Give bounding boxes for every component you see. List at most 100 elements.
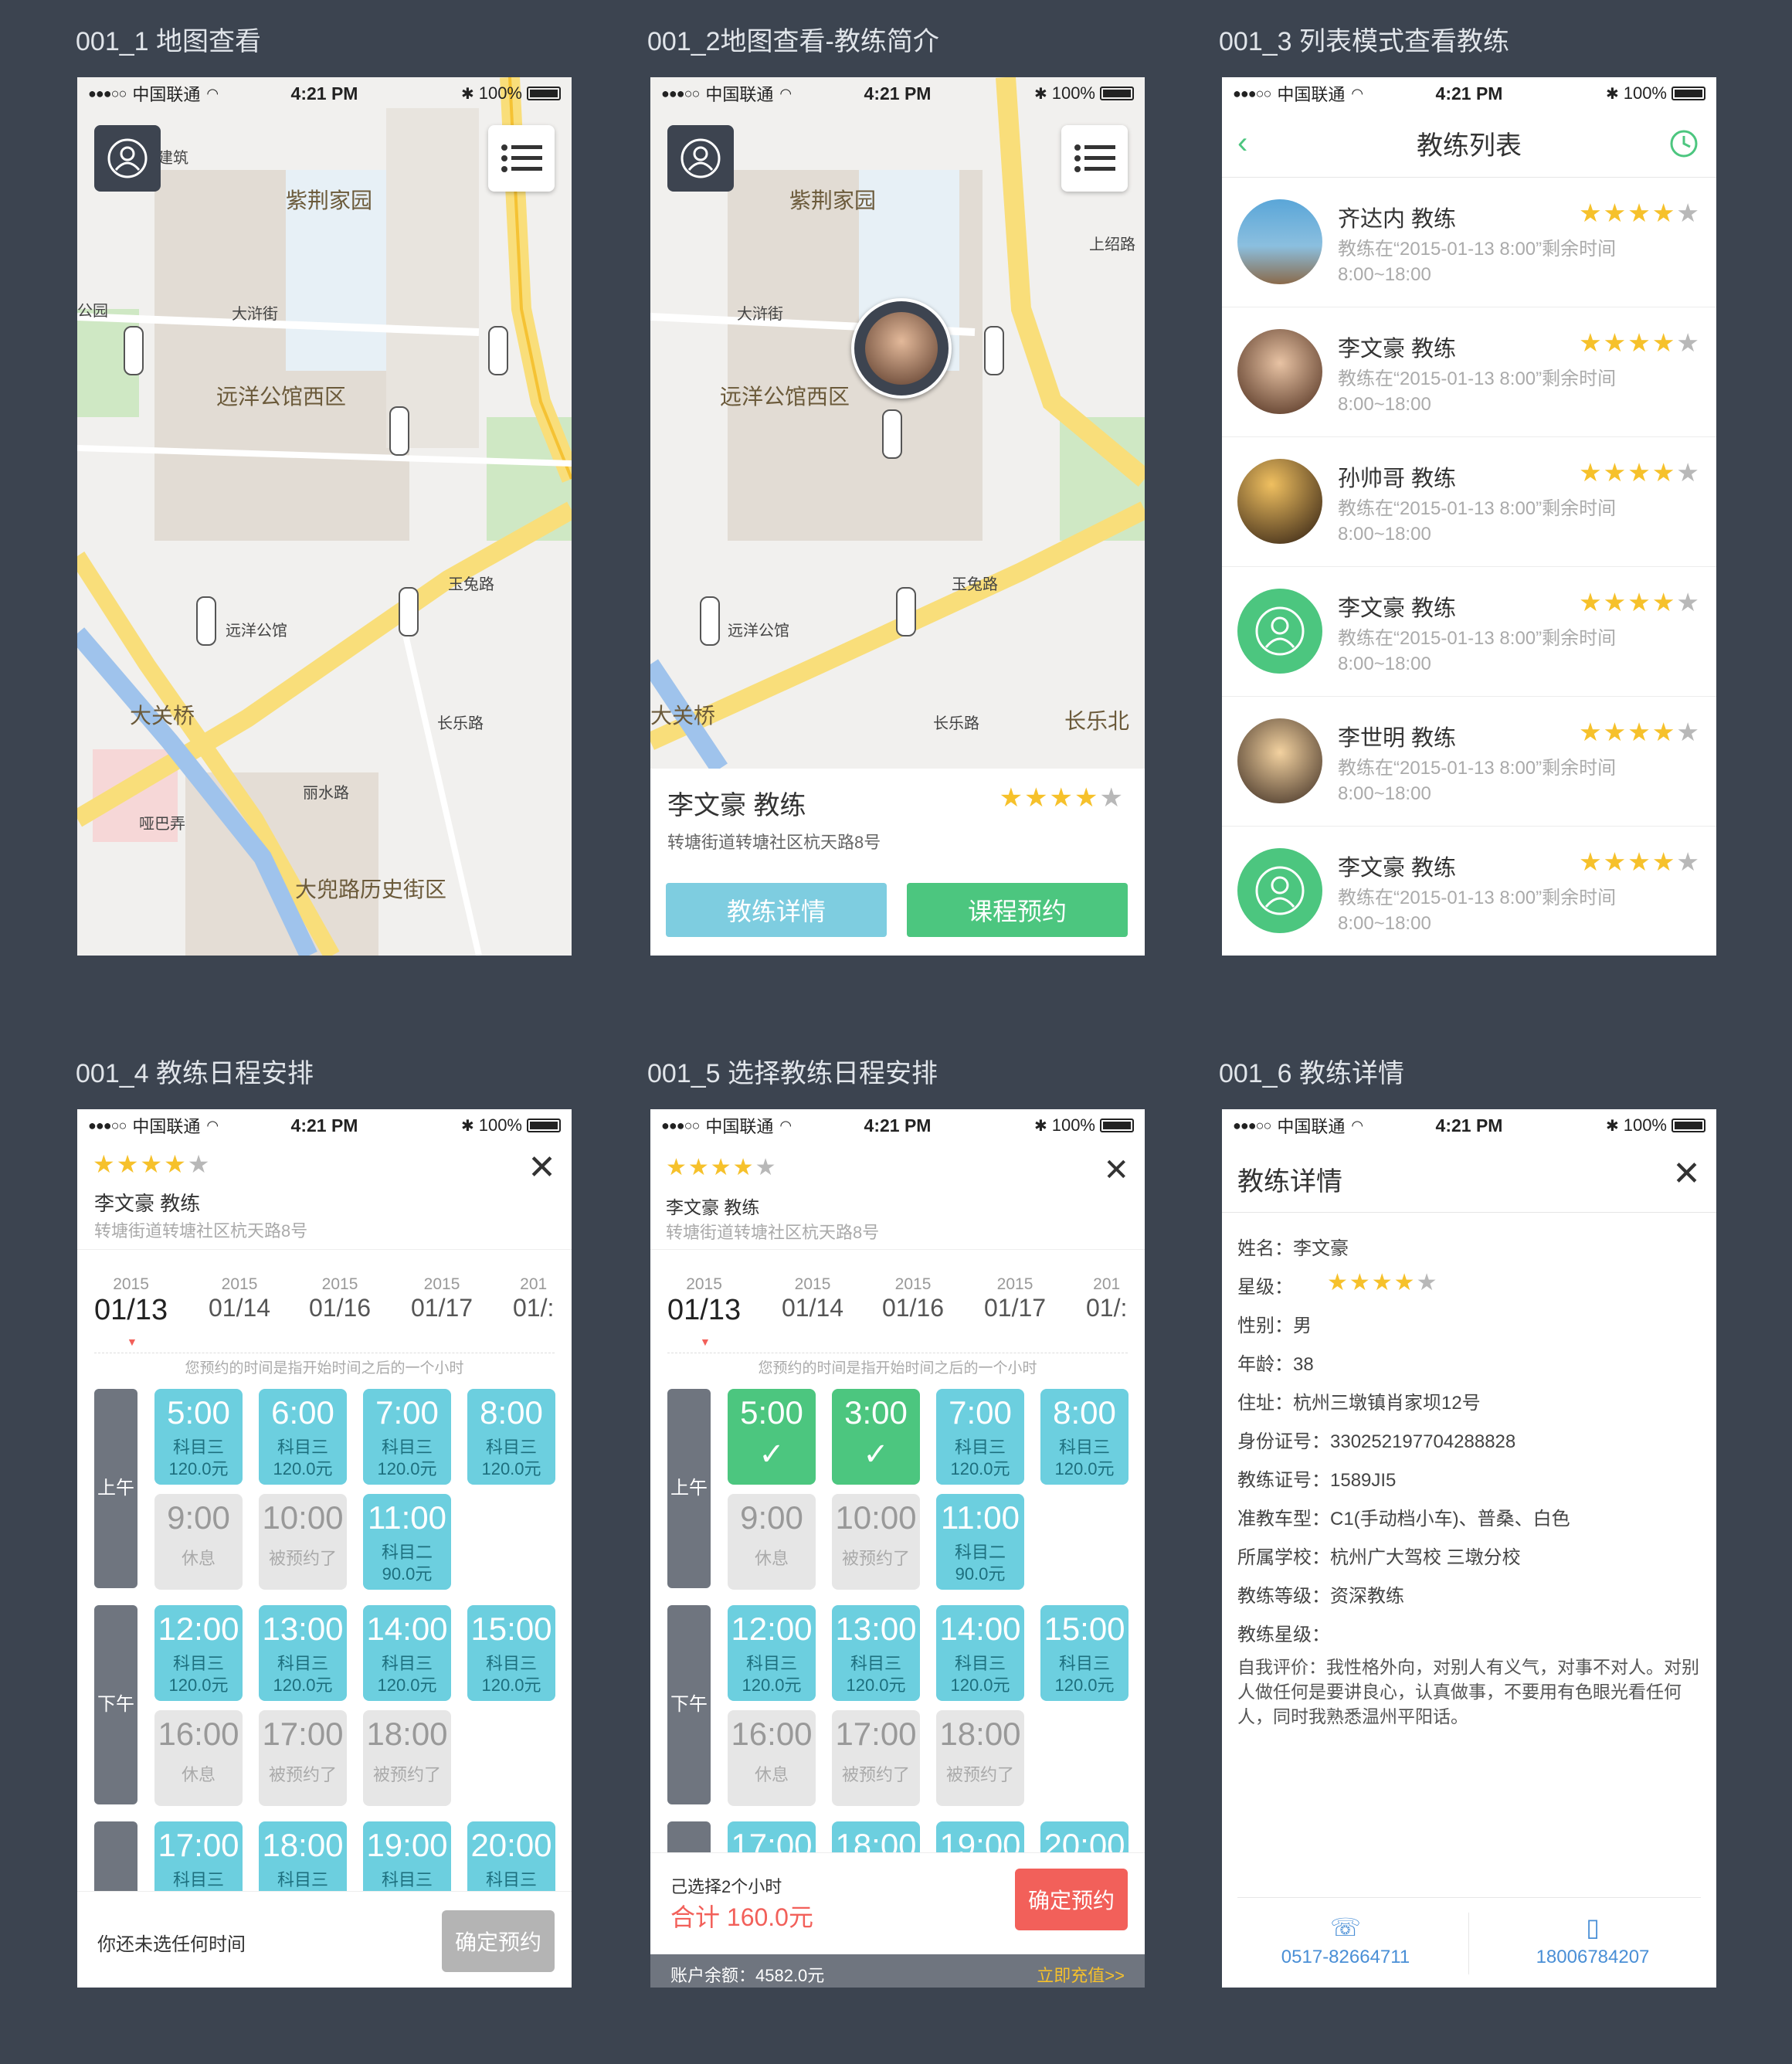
close-icon[interactable]: ✕ <box>1672 1154 1701 1193</box>
coach-list-item[interactable]: 齐达内 教练 ★★★★★ 教练在“2015-01-13 8:00”剩余时间 8:00~… <box>1222 178 1716 307</box>
time-slot[interactable]: 19:00 科目三 <box>363 1821 451 1891</box>
time-slot[interactable]: 20:00 <box>1040 1821 1128 1852</box>
time-slot[interactable]: 12:00 科目三 120.0元 <box>154 1605 243 1701</box>
rating-stars: ★★★★★ <box>1579 588 1701 616</box>
footer-bar: 你还未选任何时间 确定预约 <box>77 1891 572 1988</box>
car-marker[interactable] <box>882 409 902 459</box>
time-slot[interactable]: 11:00 科目二 90.0元 <box>936 1494 1024 1590</box>
car-marker[interactable] <box>124 326 144 375</box>
time-slot: 9:00 休息 <box>728 1494 816 1590</box>
car-marker[interactable] <box>896 587 916 637</box>
map-view[interactable]: 紫荆家园 大浒街 远洋公馆西区 玉兔路 远洋公馆 大关桥 长乐路 丽水路 哑巴弄… <box>77 77 572 956</box>
recharge-link[interactable]: 立即充值>> <box>1037 1962 1125 1987</box>
slot-time: 14:00 <box>939 1611 1021 1647</box>
avatar <box>865 312 938 385</box>
confirm-booking-button[interactable]: 确定预约 <box>442 1910 555 1972</box>
time-slot[interactable]: 11:00 科目二 90.0元 <box>363 1494 451 1590</box>
time-slot[interactable]: 5:00 科目三 120.0元 <box>154 1389 243 1485</box>
landline-button[interactable]: ☏ 0517-82664711 <box>1222 1913 1469 1968</box>
date-tab[interactable]: 2015 01/14 <box>209 1275 270 1322</box>
slot-time: 6:00 <box>271 1394 334 1431</box>
time-slot[interactable]: 17:00 科目三 <box>154 1821 243 1891</box>
date-tab[interactable]: 2015 01/17 <box>984 1275 1046 1322</box>
time-slot[interactable]: 7:00 科目三 120.0元 <box>363 1389 451 1485</box>
mobile-icon: ▯ <box>1586 1913 1600 1941</box>
coach-name: 齐达内 教练 <box>1338 207 1457 232</box>
list-mode-button[interactable] <box>1061 125 1128 192</box>
coach-list-item[interactable]: 李文豪 教练 ★★★★★ 教练在“2015-01-13 8:00”剩余时间 8:00~… <box>1222 307 1716 437</box>
time-slot[interactable]: 13:00 科目三 120.0元 <box>832 1605 920 1701</box>
time-slot[interactable]: 20:00 科目三 <box>467 1821 555 1891</box>
car-marker[interactable] <box>700 596 720 646</box>
time-slot[interactable]: 14:00 科目三 120.0元 <box>936 1605 1024 1701</box>
date-tab[interactable]: 2015 01/17 <box>411 1275 473 1322</box>
slot-subject: 科目三 <box>850 1654 901 1673</box>
car-marker[interactable] <box>389 406 409 456</box>
profile-button[interactable] <box>94 125 161 192</box>
date-tab[interactable]: 201 01/: <box>513 1275 554 1322</box>
back-chevron-icon[interactable]: ‹ <box>1237 126 1247 161</box>
date-tab[interactable]: 2015 01/16 <box>309 1275 371 1322</box>
rating-stars: ★★★★★ <box>666 1155 778 1180</box>
time-slot[interactable]: 18:00 科目三 <box>259 1821 347 1891</box>
time-slot[interactable]: 15:00 科目三 120.0元 <box>1040 1605 1128 1701</box>
slot-time: 19:00 <box>366 1827 448 1863</box>
phone-icon: ☏ <box>1329 1913 1361 1941</box>
coach-list-item[interactable]: 李文豪 教练 ★★★★★ 教练在“2015-01-13 8:00”剩余时间 8:00~… <box>1222 567 1716 697</box>
time-slot[interactable]: 7:00 科目三 120.0元 <box>936 1389 1024 1485</box>
time-slot: 17:00 被预约了 <box>259 1710 347 1806</box>
car-marker[interactable] <box>488 326 508 375</box>
clock-refresh-icon[interactable] <box>1668 128 1699 159</box>
status-bar: ●●●○○ 中国联通 ◠ 4:21 PM ✱ 100% <box>650 1109 1145 1142</box>
mobile-button[interactable]: ▯ 18006784207 <box>1469 1913 1716 1968</box>
coach-list-item[interactable]: 孙帅哥 教练 ★★★★★ 教练在“2015-01-13 8:00”剩余时间 8:00~… <box>1222 437 1716 567</box>
profile-button[interactable] <box>667 125 734 192</box>
close-icon[interactable]: ✕ <box>528 1148 556 1187</box>
date-strip[interactable]: 2015 01/13 2015 01/14 2015 01/16 2015 01/17 … <box>77 1252 572 1353</box>
date-tab[interactable]: 2015 01/14 <box>782 1275 843 1322</box>
car-marker[interactable] <box>399 587 419 637</box>
avatar <box>1237 718 1322 803</box>
time-slot[interactable]: 12:00 科目三 120.0元 <box>728 1605 816 1701</box>
coach-list-item[interactable]: 李文豪 教练 ★★★★★ 教练在“2015-01-13 8:00”剩余时间 8:00~… <box>1222 827 1716 956</box>
availability-text: 教练在“2015-01-13 8:00”剩余时间 <box>1338 239 1617 260</box>
slot-time: 9:00 <box>167 1499 230 1536</box>
detail-field: 教练星级： <box>1237 1624 1330 1645</box>
time-slot[interactable]: 18:00 <box>832 1821 920 1852</box>
list-mode-button[interactable] <box>488 125 555 192</box>
time-slot[interactable]: 17:00 <box>728 1821 816 1852</box>
date-tab[interactable]: 2015 01/16 <box>882 1275 944 1322</box>
slot-time: 17:00 <box>835 1716 917 1752</box>
status-bar: ●●●○○ 中国联通 ◠ 4:21 PM ✱ 100% <box>650 77 1145 110</box>
car-marker[interactable] <box>196 596 216 646</box>
slot-status: 休息 <box>754 1549 789 1568</box>
time-slot[interactable]: 5:00 ✓ <box>728 1389 816 1485</box>
screen-schedule-selected: ●●●○○ 中国联通 ◠ 4:21 PM ✱ 100% ★★★★★ ✕ 李文豪 教练 … <box>650 1109 1145 1988</box>
date-tab[interactable]: 201 01/: <box>1086 1275 1127 1322</box>
car-marker[interactable] <box>984 326 1004 375</box>
date-tab[interactable]: 2015 01/13 <box>94 1275 168 1327</box>
map-label: 哑巴弄 <box>139 816 185 833</box>
close-icon[interactable]: ✕ <box>1103 1153 1129 1188</box>
availability-text: 教练在“2015-01-13 8:00”剩余时间 <box>1338 368 1617 389</box>
time-slot[interactable]: 15:00 科目三 120.0元 <box>467 1605 555 1701</box>
time-slot[interactable]: 3:00 ✓ <box>832 1389 920 1485</box>
coach-avatar-pin[interactable] <box>851 298 952 399</box>
coach-name: 李文豪 教练 <box>667 791 806 820</box>
slot-time: 14:00 <box>366 1611 448 1647</box>
time-slot[interactable]: 14:00 科目三 120.0元 <box>363 1605 451 1701</box>
date-strip[interactable]: 2015 01/13 2015 01/14 2015 01/16 2015 01/17 … <box>650 1252 1145 1353</box>
availability-hours: 8:00~18:00 <box>1338 783 1431 804</box>
coach-list-item[interactable]: 李世明 教练 ★★★★★ 教练在“2015-01-13 8:00”剩余时间 8:00~… <box>1222 697 1716 827</box>
time-slot[interactable]: 19:00 <box>936 1821 1024 1852</box>
confirm-booking-button[interactable]: 确定预约 <box>1015 1869 1128 1930</box>
time-slot[interactable]: 6:00 科目三 120.0元 <box>259 1389 347 1485</box>
coach-name: 李文豪 教练 <box>1338 337 1457 362</box>
date-tab[interactable]: 2015 01/13 <box>667 1275 741 1327</box>
time-slot[interactable]: 13:00 科目三 120.0元 <box>259 1605 347 1701</box>
book-course-button[interactable]: 课程预约 <box>907 883 1128 937</box>
slot-status: 被预约了 <box>841 1549 910 1568</box>
time-slot[interactable]: 8:00 科目三 120.0元 <box>1040 1389 1128 1485</box>
coach-detail-button[interactable]: 教练详情 <box>666 883 887 937</box>
time-slot[interactable]: 8:00 科目三 120.0元 <box>467 1389 555 1485</box>
